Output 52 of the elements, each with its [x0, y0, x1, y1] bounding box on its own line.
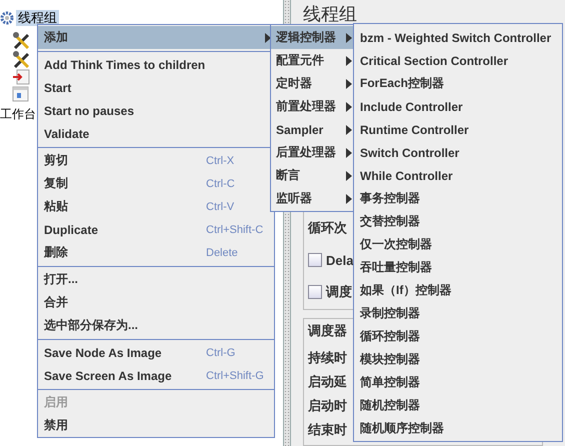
menu-item[interactable]: 录制控制器 — [354, 302, 562, 325]
menu-item[interactable]: While Controller — [354, 164, 562, 187]
menu-item[interactable]: 简单控制器 — [354, 371, 562, 394]
menu-item[interactable]: Add Think Times to children — [38, 53, 274, 76]
field-label: 启动延 — [308, 373, 347, 391]
menu-item[interactable]: 仅一次控制器 — [354, 233, 562, 256]
field-label: 循环次 — [308, 219, 347, 237]
tree-item[interactable]: 工作台 — [0, 106, 36, 122]
field-label: 启动时 — [308, 397, 347, 415]
menu-item[interactable]: 循环控制器 — [354, 325, 562, 348]
menu-item[interactable]: 事务控制器 — [354, 187, 562, 210]
menu-item[interactable]: 打开... — [38, 268, 274, 291]
menu-item[interactable]: 吞吐量控制器 — [354, 256, 562, 279]
shortcut-label: Ctrl-C — [206, 178, 235, 190]
menu-item[interactable]: Duplicate Ctrl+Shift-C — [38, 218, 274, 241]
field-label: 结束时 — [308, 421, 347, 439]
menu-item[interactable]: 合并 — [38, 291, 274, 314]
menu-item[interactable]: Runtime Controller — [354, 118, 562, 141]
shortcut-label: Ctrl-G — [206, 346, 236, 358]
menu-item[interactable]: 复制 Ctrl-C — [38, 172, 274, 195]
menu-item[interactable]: Validate — [38, 122, 274, 145]
tree-item[interactable]: 线程组 — [16, 10, 59, 26]
group-title: 调度器 — [308, 323, 347, 339]
menu-item[interactable]: 删除 Delete — [38, 241, 274, 264]
menu-item[interactable]: Start — [38, 76, 274, 99]
menu-item[interactable]: 禁用 — [38, 414, 274, 437]
menu-item[interactable]: 剪切 Ctrl-X — [38, 149, 274, 172]
menu-item[interactable]: Start no pauses — [38, 99, 274, 122]
menu-item[interactable]: 选中部分保存为... — [38, 314, 274, 337]
menu-item[interactable]: Include Controller — [354, 95, 562, 118]
menu-item[interactable]: 如果（If）控制器 — [354, 279, 562, 302]
menu-item[interactable]: Save Node As Image Ctrl-G — [38, 341, 274, 364]
menu-item[interactable]: 交替控制器 — [354, 210, 562, 233]
shortcut-label: Ctrl+Shift-G — [206, 370, 264, 382]
field-label: 持续时 — [308, 349, 347, 367]
menu-item[interactable]: Switch Controller — [354, 141, 562, 164]
menu-item[interactable]: 逻辑控制器 — [271, 26, 355, 49]
menu-item[interactable]: Save Screen As Image Ctrl+Shift-G — [38, 364, 274, 387]
menu-item[interactable]: 模块控制器 — [354, 348, 562, 371]
menu-item[interactable]: 粘贴 Ctrl-V — [38, 195, 274, 218]
checkbox-label: Dela — [326, 252, 354, 268]
panel-title: 线程组 — [303, 3, 358, 26]
checkbox-label: 调度 — [326, 283, 352, 301]
shortcut-label: Ctrl-V — [206, 200, 234, 212]
menu-item[interactable]: Critical Section Controller — [354, 49, 562, 72]
menu-item[interactable]: 随机顺序控制器 — [354, 417, 562, 440]
menu-item[interactable]: 随机控制器 — [354, 394, 562, 417]
shortcut-label: Ctrl-X — [206, 154, 234, 166]
shortcut-label: Delete — [206, 246, 238, 258]
menu-item[interactable]: bzm - Weighted Switch Controller — [354, 26, 562, 49]
shortcut-label: Ctrl+Shift-C — [206, 224, 264, 236]
menu-item[interactable]: ForEach控制器 — [354, 72, 562, 95]
